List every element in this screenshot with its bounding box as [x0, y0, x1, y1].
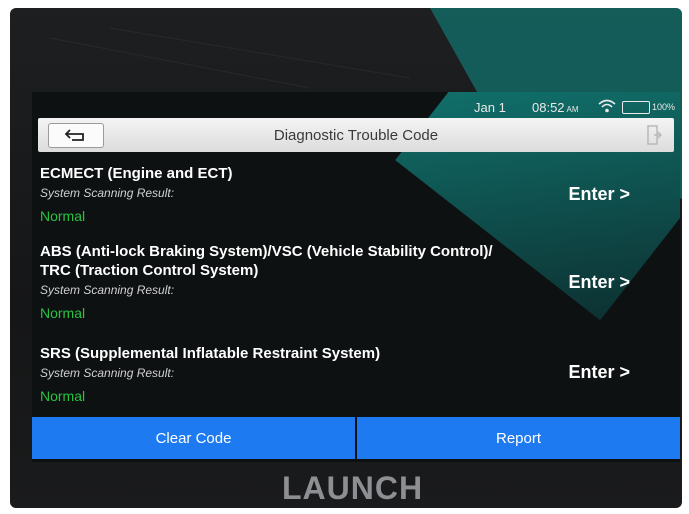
enter-button[interactable]: Enter >	[568, 184, 630, 205]
screen: Jan 1 08:52 AM 100% Diagnostic Trouble Co…	[32, 92, 680, 462]
system-name: ECMECT (Engine and ECT)	[40, 165, 233, 182]
scan-result-status: Normal	[40, 208, 86, 224]
scan-result-label: System Scanning Result:	[40, 186, 175, 200]
system-name: SRS (Supplemental Inflatable Restraint S…	[40, 345, 381, 362]
report-button[interactable]: Report	[357, 417, 680, 459]
scan-result-label: System Scanning Result:	[40, 366, 175, 380]
scan-result-label: System Scanning Result:	[40, 283, 175, 297]
device-frame: Jan 1 08:52 AM 100% Diagnostic Trouble Co…	[10, 8, 682, 508]
exit-icon[interactable]	[646, 125, 663, 150]
enter-button[interactable]: Enter >	[568, 272, 630, 293]
brand-logo: LAUNCH	[282, 470, 424, 506]
system-row-abs[interactable]: ABS (Anti-lock Braking System)/VSC (Vehi…	[40, 242, 660, 332]
status-time-value: 08:52	[532, 100, 565, 115]
battery-icon	[622, 101, 650, 114]
header-bar: Diagnostic Trouble Code	[38, 118, 674, 152]
wifi-icon	[598, 98, 616, 117]
system-name: ABS (Anti-lock Braking System)/VSC (Vehi…	[40, 243, 493, 260]
system-row-srs[interactable]: SRS (Supplemental Inflatable Restraint S…	[40, 344, 660, 414]
system-name-line2: TRC (Traction Control System)	[40, 262, 259, 279]
system-row-ecm[interactable]: ECMECT (Engine and ECT) System Scanning …	[40, 164, 660, 234]
scan-result-status: Normal	[40, 388, 86, 404]
status-bar: Jan 1 08:52 AM 100%	[32, 98, 680, 116]
scan-result-status: Normal	[40, 305, 86, 321]
status-time: 08:52 AM	[532, 100, 579, 115]
battery-percent: 100%	[652, 102, 676, 112]
action-bar: Clear Code Report	[32, 417, 680, 459]
enter-button[interactable]: Enter >	[568, 362, 630, 383]
clear-code-button[interactable]: Clear Code	[32, 417, 355, 459]
status-ampm: AM	[566, 105, 579, 114]
page-title: Diagnostic Trouble Code	[273, 127, 439, 144]
status-date: Jan 1	[474, 100, 506, 115]
